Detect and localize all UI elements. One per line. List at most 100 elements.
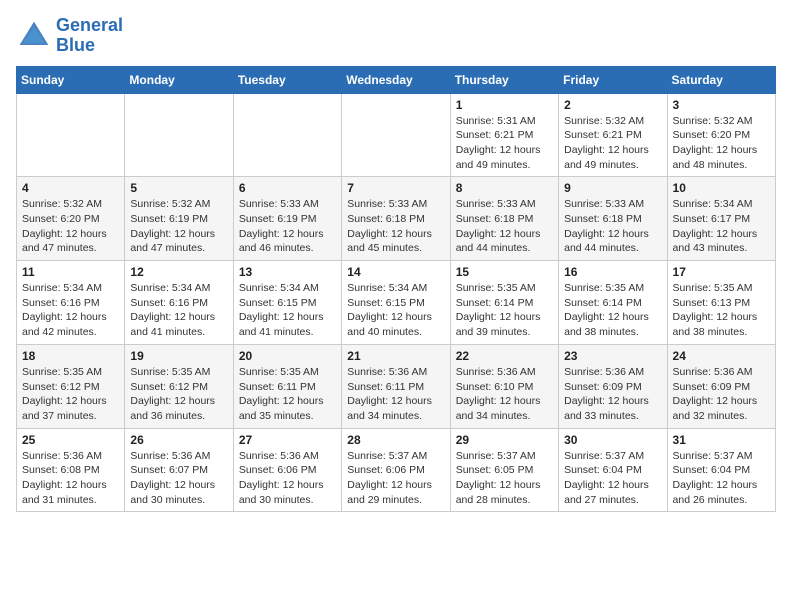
day-number: 8	[456, 181, 553, 195]
day-info: Sunrise: 5:33 AM Sunset: 6:18 PM Dayligh…	[456, 197, 553, 256]
day-number: 15	[456, 265, 553, 279]
day-info: Sunrise: 5:32 AM Sunset: 6:21 PM Dayligh…	[564, 114, 661, 173]
calendar-table: SundayMondayTuesdayWednesdayThursdayFrid…	[16, 66, 776, 513]
calendar-header-row: SundayMondayTuesdayWednesdayThursdayFrid…	[17, 66, 776, 93]
col-header-monday: Monday	[125, 66, 233, 93]
day-number: 7	[347, 181, 444, 195]
day-info: Sunrise: 5:31 AM Sunset: 6:21 PM Dayligh…	[456, 114, 553, 173]
day-number: 9	[564, 181, 661, 195]
calendar-cell: 31 Sunrise: 5:37 AM Sunset: 6:04 PM Dayli…	[667, 428, 775, 512]
calendar-cell: 13Sunrise: 5:34 AM Sunset: 6:15 PM Dayli…	[233, 261, 341, 345]
day-info: Sunrise: 5:34 AM Sunset: 6:16 PM Dayligh…	[22, 281, 119, 340]
calendar-cell: 14 Sunrise: 5:34 AM Sunset: 6:15 PM Dayli…	[342, 261, 450, 345]
calendar-cell: 27 Sunrise: 5:36 AM Sunset: 6:06 PM Dayli…	[233, 428, 341, 512]
calendar-week-row: 18 Sunrise: 5:35 AM Sunset: 6:12 PM Dayli…	[17, 344, 776, 428]
page-header: General Blue	[16, 16, 776, 56]
col-header-wednesday: Wednesday	[342, 66, 450, 93]
col-header-saturday: Saturday	[667, 66, 775, 93]
calendar-cell: 30 Sunrise: 5:37 AM Sunset: 6:04 PM Dayli…	[559, 428, 667, 512]
day-number: 14	[347, 265, 444, 279]
calendar-week-row: 4 Sunrise: 5:32 AM Sunset: 6:20 PM Daylig…	[17, 177, 776, 261]
col-header-sunday: Sunday	[17, 66, 125, 93]
day-number: 17	[673, 265, 770, 279]
calendar-week-row: 11 Sunrise: 5:34 AM Sunset: 6:16 PM Dayli…	[17, 261, 776, 345]
calendar-cell: 12 Sunrise: 5:34 AM Sunset: 6:16 PM Dayli…	[125, 261, 233, 345]
day-info: Sunrise: 5:33 AM Sunset: 6:18 PM Dayligh…	[564, 197, 661, 256]
day-info: Sunrise: 5:35 AM Sunset: 6:12 PM Dayligh…	[130, 365, 227, 424]
day-number: 3	[673, 98, 770, 112]
day-number: 30	[564, 433, 661, 447]
day-info: Sunrise: 5:32 AM Sunset: 6:20 PM Dayligh…	[22, 197, 119, 256]
day-info: Sunrise: 5:32 AM Sunset: 6:19 PM Dayligh…	[130, 197, 227, 256]
day-info: Sunrise: 5:36 AM Sunset: 6:06 PM Dayligh…	[239, 449, 336, 508]
day-number: 11	[22, 265, 119, 279]
day-number: 23	[564, 349, 661, 363]
logo-text: General Blue	[56, 16, 123, 56]
day-info: Sunrise: 5:33 AM Sunset: 6:19 PM Dayligh…	[239, 197, 336, 256]
day-number: 24	[673, 349, 770, 363]
day-info: Sunrise: 5:36 AM Sunset: 6:11 PM Dayligh…	[347, 365, 444, 424]
day-info: Sunrise: 5:37 AM Sunset: 6:04 PM Dayligh…	[564, 449, 661, 508]
day-number: 26	[130, 433, 227, 447]
calendar-cell: 25 Sunrise: 5:36 AM Sunset: 6:08 PM Dayli…	[17, 428, 125, 512]
day-number: 22	[456, 349, 553, 363]
calendar-cell: 28Sunrise: 5:37 AM Sunset: 6:06 PM Dayli…	[342, 428, 450, 512]
calendar-cell: 7Sunrise: 5:33 AM Sunset: 6:18 PM Daylig…	[342, 177, 450, 261]
day-number: 6	[239, 181, 336, 195]
day-number: 13	[239, 265, 336, 279]
day-number: 18	[22, 349, 119, 363]
day-info: Sunrise: 5:34 AM Sunset: 6:15 PM Dayligh…	[347, 281, 444, 340]
day-info: Sunrise: 5:37 AM Sunset: 6:05 PM Dayligh…	[456, 449, 553, 508]
calendar-week-row: 25 Sunrise: 5:36 AM Sunset: 6:08 PM Dayli…	[17, 428, 776, 512]
calendar-cell: 22Sunrise: 5:36 AM Sunset: 6:10 PM Dayli…	[450, 344, 558, 428]
calendar-cell: 5 Sunrise: 5:32 AM Sunset: 6:19 PM Daylig…	[125, 177, 233, 261]
day-number: 27	[239, 433, 336, 447]
day-info: Sunrise: 5:35 AM Sunset: 6:14 PM Dayligh…	[564, 281, 661, 340]
calendar-cell: 21 Sunrise: 5:36 AM Sunset: 6:11 PM Dayli…	[342, 344, 450, 428]
calendar-cell	[233, 93, 341, 177]
day-info: Sunrise: 5:36 AM Sunset: 6:09 PM Dayligh…	[564, 365, 661, 424]
calendar-cell	[342, 93, 450, 177]
day-number: 2	[564, 98, 661, 112]
calendar-cell	[17, 93, 125, 177]
day-number: 29	[456, 433, 553, 447]
day-info: Sunrise: 5:35 AM Sunset: 6:11 PM Dayligh…	[239, 365, 336, 424]
day-info: Sunrise: 5:37 AM Sunset: 6:06 PM Dayligh…	[347, 449, 444, 508]
logo: General Blue	[16, 16, 123, 56]
day-number: 20	[239, 349, 336, 363]
day-number: 21	[347, 349, 444, 363]
calendar-cell	[125, 93, 233, 177]
col-header-thursday: Thursday	[450, 66, 558, 93]
calendar-cell: 18 Sunrise: 5:35 AM Sunset: 6:12 PM Dayli…	[17, 344, 125, 428]
day-info: Sunrise: 5:35 AM Sunset: 6:14 PM Dayligh…	[456, 281, 553, 340]
calendar-cell: 6 Sunrise: 5:33 AM Sunset: 6:19 PM Daylig…	[233, 177, 341, 261]
day-info: Sunrise: 5:37 AM Sunset: 6:04 PM Dayligh…	[673, 449, 770, 508]
day-number: 5	[130, 181, 227, 195]
calendar-cell: 26Sunrise: 5:36 AM Sunset: 6:07 PM Dayli…	[125, 428, 233, 512]
calendar-cell: 8 Sunrise: 5:33 AM Sunset: 6:18 PM Daylig…	[450, 177, 558, 261]
col-header-tuesday: Tuesday	[233, 66, 341, 93]
day-number: 4	[22, 181, 119, 195]
day-number: 10	[673, 181, 770, 195]
day-info: Sunrise: 5:36 AM Sunset: 6:08 PM Dayligh…	[22, 449, 119, 508]
day-info: Sunrise: 5:35 AM Sunset: 6:13 PM Dayligh…	[673, 281, 770, 340]
day-number: 16	[564, 265, 661, 279]
day-info: Sunrise: 5:35 AM Sunset: 6:12 PM Dayligh…	[22, 365, 119, 424]
calendar-cell: 19 Sunrise: 5:35 AM Sunset: 6:12 PM Dayli…	[125, 344, 233, 428]
day-number: 25	[22, 433, 119, 447]
calendar-cell: 24Sunrise: 5:36 AM Sunset: 6:09 PM Dayli…	[667, 344, 775, 428]
calendar-cell: 20 Sunrise: 5:35 AM Sunset: 6:11 PM Dayli…	[233, 344, 341, 428]
calendar-cell: 1Sunrise: 5:31 AM Sunset: 6:21 PM Daylig…	[450, 93, 558, 177]
day-number: 19	[130, 349, 227, 363]
calendar-cell: 10 Sunrise: 5:34 AM Sunset: 6:17 PM Dayli…	[667, 177, 775, 261]
day-info: Sunrise: 5:34 AM Sunset: 6:16 PM Dayligh…	[130, 281, 227, 340]
calendar-week-row: 1Sunrise: 5:31 AM Sunset: 6:21 PM Daylig…	[17, 93, 776, 177]
calendar-cell: 16 Sunrise: 5:35 AM Sunset: 6:14 PM Dayli…	[559, 261, 667, 345]
calendar-cell: 9 Sunrise: 5:33 AM Sunset: 6:18 PM Daylig…	[559, 177, 667, 261]
logo-icon	[16, 18, 52, 54]
day-number: 31	[673, 433, 770, 447]
col-header-friday: Friday	[559, 66, 667, 93]
day-info: Sunrise: 5:34 AM Sunset: 6:17 PM Dayligh…	[673, 197, 770, 256]
calendar-cell: 15 Sunrise: 5:35 AM Sunset: 6:14 PM Dayli…	[450, 261, 558, 345]
day-number: 12	[130, 265, 227, 279]
